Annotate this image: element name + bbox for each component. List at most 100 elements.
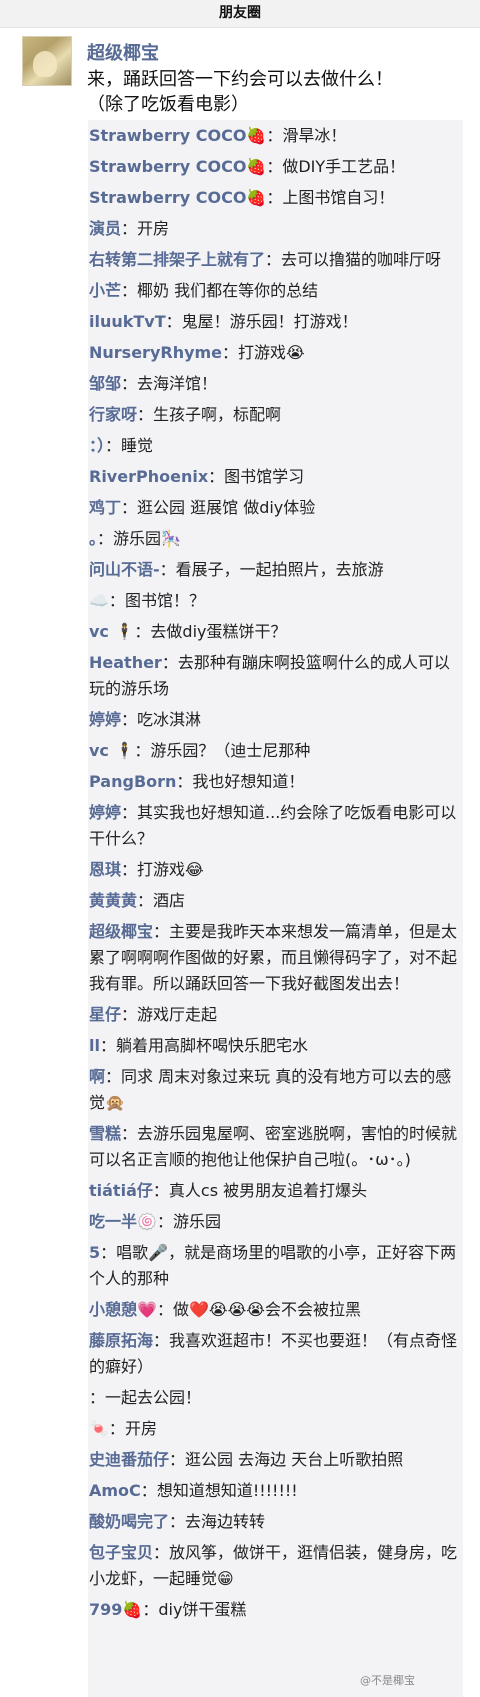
comment-item[interactable]: 小憩憩💗：做❤️😭😭😭会不会被拉黑: [88, 1294, 463, 1325]
comment-author[interactable]: 演员: [89, 219, 121, 238]
comment-item[interactable]: 邹邹：去海洋馆！: [88, 368, 463, 399]
comment-text: 去游乐园鬼屋啊、密室逃脱啊，害怕的时候就可以名正言顺的抱他让他保护自己啦(。･ω…: [89, 1124, 458, 1169]
comment-item[interactable]: 5：唱歌🎤，就是商场里的唱歌的小亭，正好容下两个人的那种: [88, 1237, 463, 1294]
comment-author[interactable]: ll: [89, 1036, 100, 1055]
comment-author[interactable]: 799🍓: [89, 1600, 142, 1619]
comment-author[interactable]: 🍬: [89, 1419, 109, 1438]
comment-item[interactable]: 行家呀：生孩子啊，标配啊: [88, 399, 463, 430]
comment-author[interactable]: 藤原拓海: [89, 1331, 153, 1350]
comment-separator: ：: [121, 281, 138, 300]
comment-separator: ：: [222, 343, 239, 362]
comment-author[interactable]: 酸奶喝完了: [89, 1512, 169, 1531]
comment-item[interactable]: 雪糕：去游乐园鬼屋啊、密室逃脱啊，害怕的时候就可以名正言顺的抱他让他保护自己啦(…: [88, 1118, 463, 1175]
comment-item[interactable]: PangBorn：我也好想知道！: [88, 766, 463, 797]
comment-item[interactable]: 🍬：开房: [88, 1413, 463, 1444]
comment-item[interactable]: 演员：开房: [88, 213, 463, 244]
comment-author[interactable]: 5: [89, 1243, 100, 1262]
comment-author[interactable]: Heather: [89, 653, 162, 672]
comment-author[interactable]: 问山不语-: [89, 560, 160, 579]
comment-author[interactable]: 啊: [89, 1067, 105, 1086]
comment-author[interactable]: 小芒: [89, 281, 121, 300]
comment-author[interactable]: 恩琪: [89, 860, 121, 879]
comment-separator: ：: [105, 436, 122, 455]
comment-author[interactable]: 星仔: [89, 1005, 121, 1024]
comment-item[interactable]: NurseryRhyme：打游戏😭: [88, 337, 463, 368]
comment-author[interactable]: 黄黄黄: [89, 891, 137, 910]
comment-author[interactable]: 吃一半🍥: [89, 1212, 157, 1231]
comment-author[interactable]: 。: [89, 529, 97, 548]
comment-item[interactable]: ll：躺着用高脚杯喝快乐肥宅水: [88, 1030, 463, 1061]
comment-separator: ：: [266, 126, 283, 145]
avatar[interactable]: [22, 36, 72, 86]
comment-item[interactable]: 星仔：游戏厅走起: [88, 999, 463, 1030]
comment-author[interactable]: 雪糕: [89, 1124, 121, 1143]
comment-author[interactable]: 邹邹: [89, 374, 121, 393]
comment-author[interactable]: iluukTvT: [89, 312, 166, 331]
comment-item[interactable]: 藤原拓海：我喜欢逛超市！不买也要逛！（有点奇怪的癖好）: [88, 1325, 463, 1382]
comment-author[interactable]: NurseryRhyme: [89, 343, 222, 362]
comment-item[interactable]: Strawberry COCO🍓：上图书馆自习！: [88, 182, 463, 213]
comment-item[interactable]: 恩琪：打游戏😂: [88, 854, 463, 885]
comment-item[interactable]: 超级椰宝：主要是我昨天本来想发一篇清单，但是太累了啊啊啊作图做的好累，而且懒得码…: [88, 916, 463, 999]
comment-author[interactable]: RiverPhoenix: [89, 467, 208, 486]
comment-item[interactable]: 问山不语-：看展子，一起拍照片，去旅游: [88, 554, 463, 585]
comment-item[interactable]: ：）：睡觉: [88, 430, 463, 461]
comment-item[interactable]: vc 🕴：去做diy蛋糕饼干？: [88, 616, 463, 647]
comment-item[interactable]: 酸奶喝完了：去海边转转: [88, 1506, 463, 1537]
comment-author[interactable]: Strawberry COCO🍓: [89, 126, 266, 145]
comment-text: 真人cs 被男朋友追着打爆头: [168, 1181, 368, 1200]
comment-author[interactable]: 婷婷: [89, 710, 121, 729]
comment-author[interactable]: AmoC: [89, 1481, 141, 1500]
comment-item[interactable]: vc 🕴：游乐园？（迪士尼那种: [88, 735, 463, 766]
comment-author[interactable]: 婷婷: [89, 803, 121, 822]
comment-separator: ：: [266, 157, 283, 176]
watermark: @不是椰宝: [360, 1674, 415, 1687]
comment-author[interactable]: 右转第二排架子上就有了: [89, 250, 265, 269]
comment-author[interactable]: vc 🕴: [89, 741, 134, 760]
comment-text: 其实我也好想知道...约会除了吃饭看电影可以干什么？: [89, 803, 457, 848]
comment-author[interactable]: 史迪番茄仔: [89, 1450, 169, 1469]
comment-item[interactable]: 史迪番茄仔：逛公园 去海边 天台上听歌拍照: [88, 1444, 463, 1475]
comment-item[interactable]: 小芒：椰奶 我们都在等你的总结: [88, 275, 463, 306]
comment-author[interactable]: 小憩憩💗: [89, 1300, 157, 1319]
comment-item[interactable]: 。：游乐园🎠: [88, 523, 463, 554]
comment-item[interactable]: 鸡丁：逛公园 逛展馆 做diy体验: [88, 492, 463, 523]
comment-item[interactable]: 婷婷：吃冰淇淋: [88, 704, 463, 735]
comment-author[interactable]: PangBorn: [89, 772, 176, 791]
comment-item[interactable]: tiátiá仔：真人cs 被男朋友追着打爆头: [88, 1175, 463, 1206]
comment-item[interactable]: Strawberry COCO🍓：做DIY手工艺品！: [88, 151, 463, 182]
comment-separator: ：: [121, 374, 138, 393]
comment-item[interactable]: 吃一半🍥：游乐园: [88, 1206, 463, 1237]
comment-author[interactable]: 包子宝贝: [89, 1543, 153, 1562]
comment-item[interactable]: 婷婷：其实我也好想知道...约会除了吃饭看电影可以干什么？: [88, 797, 463, 854]
comment-author[interactable]: vc 🕴: [89, 622, 134, 641]
comment-item[interactable]: ：一起去公园！: [88, 1382, 463, 1413]
comment-text: 游乐园？（迪士尼那种: [150, 741, 311, 760]
comment-item[interactable]: iluukTvT：鬼屋！游乐园！打游戏！: [88, 306, 463, 337]
comment-author[interactable]: ：）: [89, 436, 105, 455]
comment-text: 打游戏😂: [137, 860, 204, 879]
comment-separator: ：: [137, 405, 154, 424]
comment-item[interactable]: AmoC：想知道想知道!!!!!!!: [88, 1475, 463, 1506]
comment-text: 想知道想知道!!!!!!!: [156, 1481, 298, 1500]
comment-item[interactable]: 啊：同求 周末对象过来玩 真的没有地方可以去的感觉🙊: [88, 1061, 463, 1118]
comment-author[interactable]: Strawberry COCO🍓: [89, 188, 266, 207]
comment-author[interactable]: tiátiá仔: [89, 1181, 153, 1200]
comment-item[interactable]: 黄黄黄：酒店: [88, 885, 463, 916]
comment-text: 去做diy蛋糕饼干？: [150, 622, 287, 641]
comment-item[interactable]: 799🍓：diy饼干蛋糕: [88, 1594, 463, 1625]
comment-author[interactable]: 行家呀: [89, 405, 137, 424]
comment-author[interactable]: ☁️: [89, 591, 109, 610]
comment-item[interactable]: Heather：去那种有蹦床啊投篮啊什么的成人可以玩的游乐场: [88, 647, 463, 704]
comment-item[interactable]: Strawberry COCO🍓：滑旱冰！: [88, 120, 463, 151]
comment-item[interactable]: 包子宝贝：放风筝，做饼干，逛情侣装，健身房，吃小龙虾，一起睡觉😁: [88, 1537, 463, 1594]
comment-item[interactable]: 右转第二排架子上就有了：去可以撸猫的咖啡厅呀: [88, 244, 463, 275]
post-author[interactable]: 超级椰宝: [87, 39, 159, 65]
comment-author[interactable]: 鸡丁: [89, 498, 121, 517]
comment-item[interactable]: ☁️：图书馆！？: [88, 585, 463, 616]
comment-author[interactable]: Strawberry COCO🍓: [89, 157, 266, 176]
comment-separator: ：: [121, 1005, 138, 1024]
comment-author[interactable]: 超级椰宝: [89, 922, 153, 941]
comment-separator: ：: [121, 498, 138, 517]
comment-item[interactable]: RiverPhoenix：图书馆学习: [88, 461, 463, 492]
